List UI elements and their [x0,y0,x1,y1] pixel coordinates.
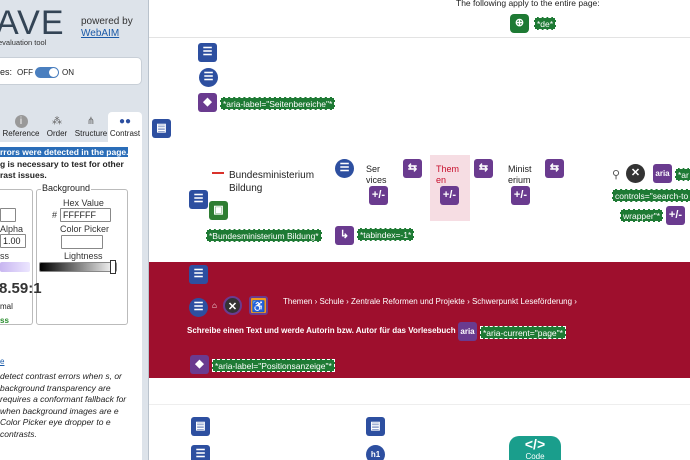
lang-tag: *de* [534,17,557,30]
aria-partial-tag: *ar [675,168,690,181]
styles-toggle[interactable] [35,67,59,78]
styles-label: es: [0,67,13,77]
wrapper-tag: wrapper"* [620,209,664,222]
region-bottom-icon-2[interactable]: ▤ [366,417,385,436]
aria-icon-search[interactable]: aria [653,164,672,183]
region-bottom-icon[interactable]: ▤ [191,417,210,436]
structure-icon: ⋔ [86,116,96,127]
nav-services[interactable]: Ser vices [366,164,387,186]
aria-controls-tag: controls="search-to [612,189,690,202]
aria-current-tag: *aria-current="page"* [480,326,566,339]
page-level-section [149,0,690,38]
webaim-link[interactable]: WebAIM [81,28,119,39]
code-badge[interactable]: </> Code [509,436,561,460]
region-band-icon[interactable]: ☰ [189,265,208,284]
contrast-ratio: 8.59:1 [0,280,42,297]
background-legend: Background [41,183,92,193]
region-main-icon[interactable]: ☰ [189,190,208,209]
lightness-slider-handle[interactable] [110,260,116,274]
aria-label-seitenbereiche-tag: *aria-label="Seitenbereiche"* [220,97,336,110]
page-level-note: The following apply to the entire page: [456,0,600,8]
contrast-description: detect contrast errors when s, or backgr… [0,371,127,439]
search-icon[interactable]: ⚲ [612,168,620,181]
aria-label-position-tag: *aria-label="Positionsanzeige"* [212,359,335,372]
aria-expanded-icon-search[interactable]: +/- [666,206,685,225]
styles-off-label: OFF [17,68,33,77]
styles-toggle-box: es: OFF ON [0,57,142,85]
tab-contrast[interactable]: ●● Contrast [108,112,142,142]
aria-expanded-icon-themen[interactable]: +/- [440,186,459,205]
powered-by: powered by WebAIM [81,16,133,39]
error-icon[interactable]: ✕ [626,164,645,183]
hex-value-label: Hex Value [63,198,104,208]
region-header-icon[interactable]: ☰ [198,43,217,62]
breadcrumb[interactable]: Themen › Schule › Zentrale Reformen und … [283,297,577,306]
aria-icon-services[interactable]: ⇆ [403,159,422,178]
divider [149,404,690,405]
lightness-label: Lightness [64,251,103,261]
aria-label-icon[interactable]: ◆ [198,93,217,112]
tab-reference[interactable]: i Reference [0,112,42,142]
navigation-icon[interactable]: ☰ [199,68,218,87]
wave-subtitle: evaluation tool [0,38,47,47]
nav-ministerium[interactable]: Minist erium [508,164,532,186]
h1-icon[interactable]: h1 [366,445,385,460]
wave-tabs: i Reference ⁂ Order ⋔ Structure ●● Contr… [0,112,142,142]
contrast-link[interactable]: e [0,356,4,367]
wave-header: AVE evaluation tool powered by WebAIM [0,0,148,50]
navigation-icon-2[interactable]: ☰ [335,159,354,178]
fg-lightness-label: ss [0,251,9,261]
order-icon: ⁂ [52,116,62,127]
color-picker-label: Color Picker [60,224,110,234]
page-content: The following apply to the entire page: … [149,0,690,460]
aria-expanded-icon-services[interactable]: +/- [369,186,388,205]
alpha-label: Alpha [0,224,24,234]
aria-current-icon[interactable]: aria [458,322,477,341]
tabindex-icon[interactable]: ↳ [335,226,354,245]
background-color-picker[interactable] [61,235,103,249]
pass-label: ss [0,316,9,325]
contrast-alert: rrors were detected in the page. g is ne… [0,147,129,180]
globe-icon[interactable]: ⊕ [510,14,529,33]
error-icon-2[interactable]: ✕ [223,296,242,315]
aria-icon-themen[interactable]: ⇆ [474,159,493,178]
aria-label-icon-2[interactable]: ◆ [190,355,209,374]
info-icon: i [14,115,28,128]
hex-hash: # [52,210,58,220]
alt-text-icon[interactable]: ▣ [209,201,228,220]
tab-order[interactable]: ⁂ Order [42,112,72,142]
site-logo-text[interactable]: Bundesministerium Bildung [229,170,314,195]
breadcrumb-current: Schreibe einen Text und werde Autorin bz… [187,326,476,335]
background-lightness-slider[interactable] [39,262,117,272]
wave-sidebar: AVE evaluation tool powered by WebAIM es… [0,0,149,460]
aria-expanded-icon-ministerium[interactable]: +/- [511,186,530,205]
contrast-icon: ●● [118,116,132,127]
code-icon: </> [524,436,546,452]
region-icon[interactable]: ▤ [152,119,171,138]
alert-icon[interactable]: ♿ [249,296,268,315]
nav-themen[interactable]: Them en [436,164,459,186]
tabindex-tag: *tabindex=-1* [357,228,415,241]
structure-icon-2[interactable]: ☰ [191,445,210,460]
austria-flag-icon [212,172,224,179]
styles-on-label: ON [62,68,74,77]
home-icon[interactable]: ⌂ [212,301,217,310]
breadcrumb-nav-icon[interactable]: ☰ [189,298,208,317]
foreground-hex-input[interactable] [0,208,16,222]
logo-alt-tag: *Bundesministerium Bildung* [206,229,322,242]
normal-text-label: mal [0,302,13,311]
tab-structure[interactable]: ⋔ Structure [72,112,110,142]
background-hex-input[interactable]: FFFFFF [60,208,111,222]
alpha-input[interactable]: 1.00 [0,234,26,248]
aria-icon-ministerium[interactable]: ⇆ [545,159,564,178]
foreground-lightness-slider[interactable] [0,262,30,272]
